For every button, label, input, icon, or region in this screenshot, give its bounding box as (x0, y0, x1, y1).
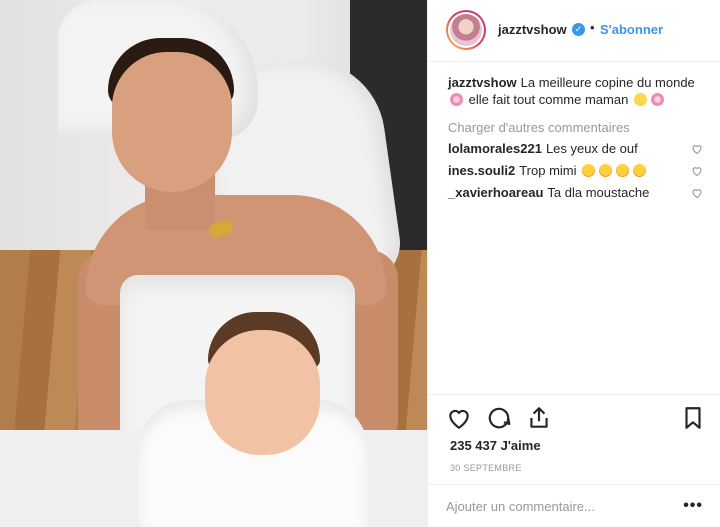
comment-text: Trop mimi (519, 163, 577, 178)
verified-check-icon: ✓ (572, 23, 585, 36)
add-comment-bar: ••• (428, 484, 720, 527)
post-actions-bar (428, 394, 720, 438)
comment-username[interactable]: lolamorales221 (448, 141, 542, 156)
post-date[interactable]: 30 SEPTEMBRE (450, 463, 522, 473)
heart-icon[interactable] (446, 405, 472, 431)
heart-icon[interactable] (691, 187, 703, 199)
load-more-comments-link[interactable]: Charger d'autres commentaires (448, 120, 703, 135)
cherry-blossom-emoji-icon (650, 93, 664, 106)
kiss-emoji-icon (582, 164, 596, 177)
cherry-blossom-emoji-icon (450, 93, 463, 106)
caption-text-2: elle fait tout comme maman (468, 92, 629, 107)
more-options-icon[interactable]: ••• (683, 497, 703, 515)
comment-item: lolamorales221 Les yeux de ouf (448, 141, 703, 157)
caption-text-1: La meilleure copine du monde (520, 75, 695, 90)
caption-username[interactable]: jazztvshow (448, 75, 517, 90)
kiss-emoji-icon (633, 164, 647, 177)
bookmark-icon[interactable] (680, 405, 706, 431)
woman-face (112, 52, 232, 192)
comment-username[interactable]: ines.souli2 (448, 163, 515, 178)
comment-item: ines.souli2 Trop mimi (448, 163, 703, 179)
heart-icon[interactable] (691, 143, 703, 155)
smiling-face-emoji-icon (633, 93, 647, 106)
follow-button[interactable]: S'abonner (600, 22, 663, 37)
kiss-emoji-icon (616, 164, 630, 177)
comment-text: Les yeux de ouf (545, 141, 638, 156)
comment-icon[interactable] (486, 405, 512, 431)
heart-icon[interactable] (691, 165, 703, 177)
add-comment-input[interactable] (446, 495, 666, 517)
avatar[interactable] (446, 10, 486, 50)
comment-text: Ta dla moustache (547, 185, 650, 200)
likes-count[interactable]: 235 437 J'aime (450, 438, 541, 453)
comments-section: jazztvshow La meilleure copine du monde e… (428, 62, 720, 392)
kiss-emoji-icon (599, 164, 613, 177)
separator-dot: • (590, 20, 595, 35)
post-photo[interactable] (0, 0, 427, 527)
comment-username[interactable]: _xavierhoareau (448, 185, 543, 200)
post-side-panel: jazztvshow ✓ • S'abonner jazztvshow La me… (427, 0, 720, 527)
post-header: jazztvshow ✓ • S'abonner (428, 0, 720, 62)
comment-item: _xavierhoareau Ta dla moustache (448, 185, 703, 201)
header-username[interactable]: jazztvshow (498, 22, 567, 37)
post-caption: jazztvshow La meilleure copine du monde e… (448, 74, 703, 108)
baby-face (205, 330, 320, 455)
avatar-image (450, 14, 482, 46)
share-icon[interactable] (526, 405, 552, 431)
